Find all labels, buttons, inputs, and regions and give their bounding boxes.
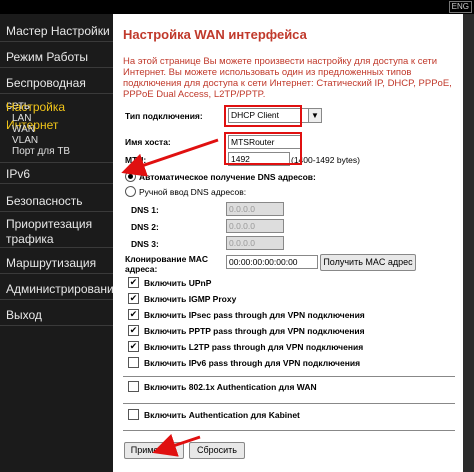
arrow-to-apply-button: [152, 433, 201, 457]
annotation-arrows: [121, 138, 219, 457]
arrow-to-dns-auto: [121, 138, 219, 177]
